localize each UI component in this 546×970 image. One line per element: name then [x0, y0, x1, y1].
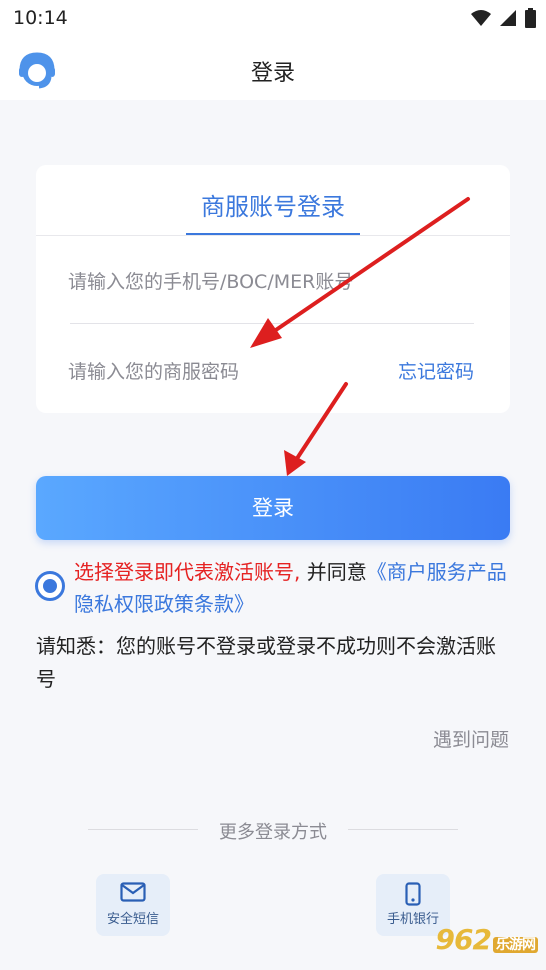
login-page: 10:14 登录 商服账号登录 请输入您的手机号/BOC/MER账号 请输入您的… — [0, 0, 546, 970]
agreement-radio[interactable] — [35, 571, 65, 601]
phone-icon — [405, 882, 421, 906]
tab-merchant-login[interactable]: 商服账号登录 — [186, 187, 360, 222]
cellular-signal-icon — [500, 10, 516, 26]
password-input[interactable]: 请输入您的商服密码 — [68, 357, 239, 384]
divider — [70, 323, 474, 324]
username-input[interactable]: 请输入您的手机号/BOC/MER账号 — [68, 267, 353, 294]
page-title: 登录 — [250, 61, 295, 86]
watermark-main: 962 — [435, 923, 492, 956]
battery-icon — [525, 8, 536, 28]
wifi-icon — [471, 10, 491, 26]
sms-login-label: 安全短信 — [106, 912, 159, 927]
notice-text: 请知悉：您的账号不登录或登录不成功则不会激活账号 — [36, 634, 496, 691]
status-icons — [471, 8, 536, 28]
sms-login-button[interactable]: 安全短信 — [96, 874, 170, 936]
activation-warning: 选择登录即代表激活账号, — [74, 560, 301, 584]
agreement-text: 选择登录即代表激活账号, 并同意《商户服务产品隐私权限政策条款》 — [74, 556, 514, 620]
login-card: 商服账号登录 请输入您的手机号/BOC/MER账号 请输入您的商服密码 忘记密码 — [36, 165, 510, 413]
forgot-password-link[interactable]: 忘记密码 — [398, 357, 474, 384]
login-button[interactable]: 登录 — [36, 476, 510, 540]
divider — [36, 235, 510, 236]
agree-text: 并同意 — [300, 560, 367, 584]
divider — [348, 829, 458, 830]
help-link[interactable]: 遇到问题 — [433, 725, 509, 752]
watermark-logo: 962 乐游网 — [436, 923, 538, 956]
app-header: 登录 — [0, 38, 546, 100]
envelope-icon — [120, 882, 146, 902]
watermark-sub: 乐游网 — [493, 937, 538, 953]
more-login-title: 更多登录方式 — [219, 822, 327, 843]
status-time: 10:14 — [13, 7, 68, 29]
status-bar: 10:14 — [0, 0, 546, 38]
